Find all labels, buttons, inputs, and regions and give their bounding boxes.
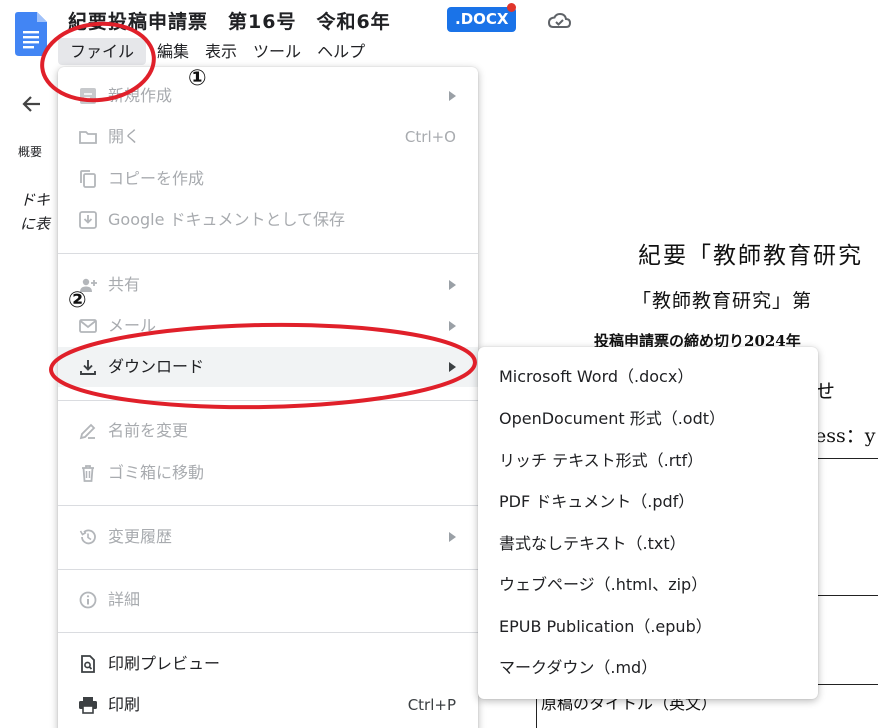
file-menu-save-as-docs[interactable]: Google ドキュメントとして保存 xyxy=(58,200,478,240)
file-menu: 新規作成 開く Ctrl+O コピーを作成 Google ドキュメントとして保存… xyxy=(58,67,478,728)
download-docx[interactable]: Microsoft Word（.docx） xyxy=(478,356,818,397)
file-menu-print-preview[interactable]: 印刷プレビュー xyxy=(58,644,478,684)
menu-item-label: 印刷 xyxy=(108,695,141,714)
menu-divider xyxy=(58,505,478,506)
outline-hint-line: に表 xyxy=(20,215,51,233)
annotation-step-2: ② xyxy=(68,288,87,313)
docs-logo-icon[interactable] xyxy=(15,12,47,56)
printer-icon xyxy=(79,697,97,714)
download-md[interactable]: マークダウン（.md） xyxy=(478,647,818,688)
submenu-arrow-icon xyxy=(449,532,456,542)
annotation-step-1: ① xyxy=(188,66,207,91)
menu-item-label: 詳細 xyxy=(108,590,141,609)
outline-hint-line: ドキ xyxy=(20,191,51,209)
file-menu-details[interactable]: 詳細 xyxy=(58,580,478,620)
docs-window: 紀要投稿申請票 第16号 令和6年 .DOCX ファイル 編集 表示 ツール ヘ… xyxy=(0,0,878,728)
back-arrow-icon[interactable] xyxy=(20,92,44,116)
file-menu-rename[interactable]: 名前を変更 xyxy=(58,411,478,451)
menu-item-label: ダウンロード xyxy=(108,357,205,376)
submenu-arrow-icon xyxy=(449,362,456,372)
download-rtf[interactable]: リッチ テキスト形式（.rtf） xyxy=(478,440,818,481)
menu-item-label: ゴミ箱に移動 xyxy=(108,463,205,482)
download-txt[interactable]: 書式なしテキスト（.txt） xyxy=(478,523,818,564)
rename-icon xyxy=(79,423,96,440)
trash-icon xyxy=(82,465,94,482)
info-icon xyxy=(79,591,97,609)
menu-item-label: 変更履歴 xyxy=(108,527,173,546)
menu-divider xyxy=(58,253,478,254)
email-icon xyxy=(79,319,97,333)
file-menu-share[interactable]: 共有 xyxy=(58,265,478,305)
doc-subheading: 「教師教育研究」第 xyxy=(632,290,813,312)
folder-open-icon xyxy=(79,131,97,144)
file-menu-email[interactable]: メール xyxy=(58,306,478,346)
shortcut-label: Ctrl+P xyxy=(407,696,456,714)
download-epub[interactable]: EPUB Publication（.epub） xyxy=(478,606,818,647)
menu-divider xyxy=(58,569,478,570)
copy-icon xyxy=(80,170,96,188)
menu-file[interactable]: ファイル xyxy=(58,38,147,65)
menu-item-label: Google ドキュメントとして保存 xyxy=(108,210,346,229)
menu-item-label: メール xyxy=(108,316,157,335)
outline-hint: ドキ に表 xyxy=(20,188,58,236)
menu-tools[interactable]: ツール xyxy=(245,38,309,65)
download-html[interactable]: ウェブページ（.html、zip） xyxy=(478,564,818,605)
file-menu-version-history[interactable]: 変更履歴 xyxy=(58,517,478,557)
submenu-arrow-icon xyxy=(449,91,456,101)
outline-label: 概要 xyxy=(18,145,43,159)
history-icon xyxy=(79,529,96,545)
cloud-status-icon[interactable] xyxy=(547,11,571,29)
menubar: ファイル 編集 表示 ツール ヘルプ xyxy=(58,38,373,65)
doc-address: ess：y xyxy=(815,425,876,447)
menu-item-label: コピーを作成 xyxy=(108,169,205,188)
menu-view[interactable]: 表示 xyxy=(197,38,245,65)
document-title[interactable]: 紀要投稿申請票 第16号 令和6年 xyxy=(68,7,391,34)
download-pdf[interactable]: PDF ドキュメント（.pdf） xyxy=(478,481,818,522)
submenu-arrow-icon xyxy=(449,321,456,331)
shortcut-label: Ctrl+O xyxy=(404,128,456,146)
menu-item-label: 開く xyxy=(108,127,141,146)
file-menu-trash[interactable]: ゴミ箱に移動 xyxy=(58,453,478,493)
download-icon xyxy=(80,360,96,375)
notification-dot xyxy=(507,3,516,12)
file-menu-print[interactable]: 印刷 Ctrl+P xyxy=(58,685,478,725)
save-docs-icon xyxy=(79,211,97,229)
file-menu-open[interactable]: 開く Ctrl+O xyxy=(58,117,478,157)
submenu-arrow-icon xyxy=(449,280,456,290)
menu-divider xyxy=(58,632,478,633)
menu-item-label: 新規作成 xyxy=(108,86,173,105)
new-doc-icon xyxy=(80,88,96,104)
menu-item-label: 名前を変更 xyxy=(108,421,189,440)
menu-divider xyxy=(58,400,478,401)
format-badge[interactable]: .DOCX xyxy=(447,7,517,32)
menu-help[interactable]: ヘルプ xyxy=(309,38,373,65)
menu-item-label: 印刷プレビュー xyxy=(108,654,221,673)
file-menu-new[interactable]: 新規作成 xyxy=(58,76,478,116)
file-menu-copy[interactable]: コピーを作成 xyxy=(58,159,478,199)
download-odt[interactable]: OpenDocument 形式（.odt） xyxy=(478,398,818,439)
menu-item-label: 共有 xyxy=(108,275,141,294)
file-menu-download[interactable]: ダウンロード xyxy=(58,347,478,387)
download-submenu: Microsoft Word（.docx） OpenDocument 形式（.o… xyxy=(478,347,818,699)
doc-line-4: せ 共 xyxy=(815,379,878,403)
doc-heading: 紀要「教師教育研究 xyxy=(638,243,863,269)
print-preview-icon xyxy=(81,655,95,673)
menu-edit[interactable]: 編集 xyxy=(149,38,197,65)
